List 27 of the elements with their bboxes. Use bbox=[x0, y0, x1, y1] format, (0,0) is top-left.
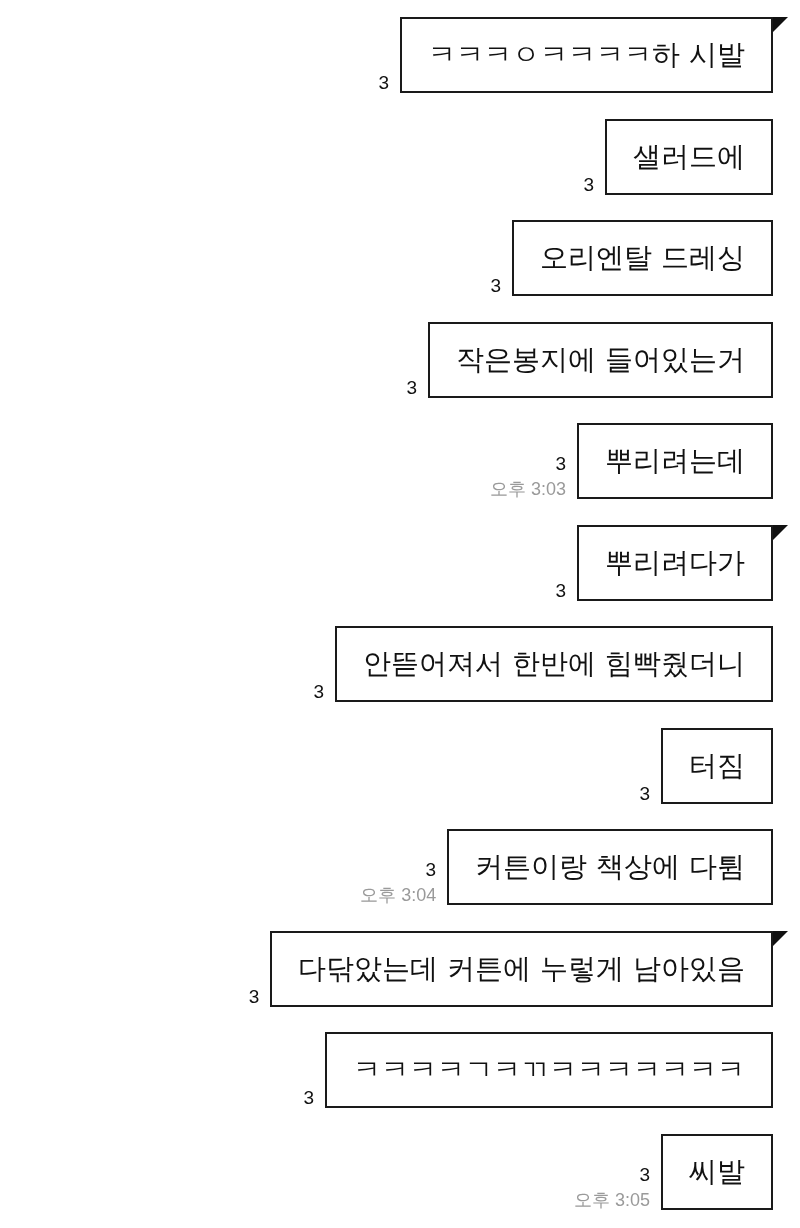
message-time: 오후 3:04 bbox=[360, 885, 437, 905]
unread-count: 3 bbox=[490, 276, 502, 296]
chat-message: 다닦았는데 커튼에 누렇게 남아있음 bbox=[270, 930, 773, 1007]
unread-count: 3 bbox=[639, 783, 650, 804]
chat-message: 씨발 bbox=[661, 1133, 773, 1210]
chat-message: ㅋㅋㅋㅋㄱㅋㄲㅋㅋㅋㅋㅋㅋㅋ bbox=[325, 1032, 773, 1108]
chat-message: 샐러드에 bbox=[605, 118, 773, 195]
unread-count: 3 bbox=[583, 174, 594, 195]
message-time: 오후 3:05 bbox=[573, 1189, 650, 1210]
unread-count: 3 bbox=[406, 377, 418, 398]
message-time: 오후 3:03 bbox=[489, 479, 566, 499]
chat-message: 안뜯어져서 한반에 힘빡줬더니 bbox=[335, 626, 773, 702]
unread-count: 3 bbox=[313, 682, 325, 702]
chat-message: ㅋㅋㅋㅇㅋㅋㅋㅋ하 시발 bbox=[400, 17, 773, 93]
chat-message: 뿌리려다가 bbox=[577, 524, 773, 601]
chat-message: 커튼이랑 책상에 다튐 bbox=[447, 829, 773, 905]
unread-count: 3 bbox=[378, 73, 390, 93]
unread-count: 3 bbox=[555, 580, 566, 601]
unread-count: 3 bbox=[248, 986, 260, 1007]
chat-message: 뿌리려는데 bbox=[577, 423, 773, 499]
unread-count: 3 bbox=[303, 1088, 314, 1108]
unread-count: 3 bbox=[555, 454, 566, 474]
unread-count: 3 bbox=[425, 860, 437, 880]
unread-count: 3 bbox=[639, 1164, 650, 1185]
chat-message: 오리엔탈 드레싱 bbox=[512, 220, 773, 296]
chat-message: 작은봉지에 들어있는거 bbox=[428, 321, 773, 398]
chat-message: 터짐 bbox=[661, 727, 773, 804]
